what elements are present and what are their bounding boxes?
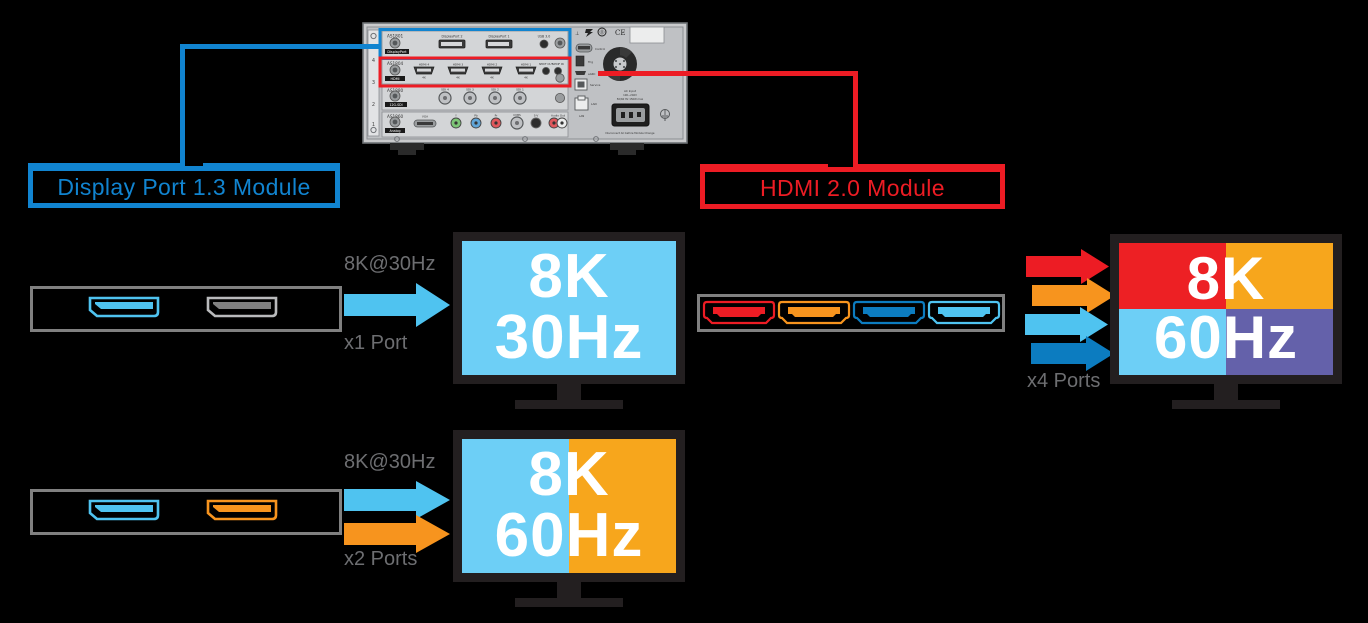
svg-text:CVBS: CVBS: [513, 113, 521, 117]
arrow-orange: [1032, 278, 1115, 313]
svg-text:Service: Service: [590, 83, 601, 87]
svg-text:AC Input: AC Input: [624, 89, 637, 93]
svg-text:SDI 1: SDI 1: [516, 88, 524, 92]
svg-text:VGA: VGA: [422, 115, 428, 119]
svg-text:Ⓞ: Ⓞ: [599, 29, 604, 36]
monitor-base: [515, 400, 623, 409]
row2-arrow-bottom-label: x2 Ports: [344, 548, 418, 570]
svg-text:Pb: Pb: [474, 114, 478, 118]
svg-text:⊥: ⊥: [575, 31, 579, 37]
svg-text:S-V: S-V: [534, 114, 539, 118]
row1-arrow-top-label: 8K@30Hz: [344, 253, 436, 275]
svg-text:DisplayPort 2: DisplayPort 2: [441, 35, 462, 39]
svg-text:HDMI: HDMI: [390, 77, 399, 81]
screen-pane-1: [1119, 243, 1226, 309]
svg-text:CE: CE: [615, 29, 625, 37]
dp-port-2-inactive: [206, 296, 278, 318]
row1-arrow-group: [344, 283, 454, 327]
svg-text:Audio Out: Audio Out: [551, 114, 566, 118]
svg-text:4: 4: [372, 58, 375, 64]
hdmi-wire-vertical: [853, 71, 858, 169]
screen-pane-1: [462, 241, 676, 375]
svg-text:Y: Y: [455, 114, 457, 118]
svg-text:LAN: LAN: [579, 114, 584, 118]
screen-pane-4: [1226, 309, 1333, 375]
svg-text:DisplayPort 1: DisplayPort 1: [488, 35, 509, 39]
displayport-panel-1[interactable]: [30, 286, 342, 332]
arrow-lightblue: [344, 283, 450, 327]
dp-port-3-active: [88, 499, 160, 521]
svg-text:LAN: LAN: [591, 102, 597, 106]
monitor-bezel: 8K 60Hz: [1110, 234, 1342, 384]
callout-hdmi-label: HDMI 2.0 Module: [760, 174, 945, 201]
arrow-darkblue: [1031, 336, 1114, 371]
svg-text:4K: 4K: [422, 76, 426, 80]
hdmi-port-3: [852, 300, 926, 325]
svg-text:Analog: Analog: [389, 129, 400, 133]
svg-text:eARC: eARC: [588, 72, 595, 76]
svg-text:2: 2: [372, 102, 375, 108]
dp-port-1-active: [88, 296, 160, 318]
hdmi-port-1: [702, 300, 776, 325]
screen-pane-2: [1226, 243, 1333, 309]
svg-text:SPDIF OUT: SPDIF OUT: [539, 62, 554, 66]
svg-text:50/60 Hz 150W max: 50/60 Hz 150W max: [617, 97, 644, 101]
screen-pane-3: [1119, 309, 1226, 375]
hdmi-port-2: [777, 300, 851, 325]
arrow-red: [1026, 249, 1109, 284]
monitor-8k-60hz-quad: 8K 60Hz: [1110, 234, 1342, 409]
displayport-panel-2[interactable]: [30, 489, 342, 535]
callout-hdmi-module[interactable]: HDMI 2.0 Module: [700, 167, 1005, 209]
svg-text:3: 3: [372, 80, 375, 86]
svg-text:HDMI 3: HDMI 3: [453, 63, 464, 67]
svg-text:12G-SDI: 12G-SDI: [389, 103, 402, 107]
svg-text:SDI 2: SDI 2: [491, 88, 499, 92]
svg-text:HDMI 1: HDMI 1: [521, 63, 532, 67]
callout-displayport-module[interactable]: Display Port 1.3 Module: [28, 166, 340, 208]
monitor-8k-60hz-dual: 8K 60Hz: [453, 430, 685, 607]
svg-text:Control: Control: [595, 47, 605, 51]
device-rear-panel: 4 3 2 1 AS1801 DisplayPort DisplayPort 2…: [362, 22, 688, 156]
svg-text:HDMI 2: HDMI 2: [487, 63, 498, 67]
hdmi-wire-horizontal-top: [598, 71, 858, 76]
svg-text:4K: 4K: [524, 76, 528, 80]
dp-wire-vertical: [180, 44, 185, 168]
row1-arrow-bottom-label: x1 Port: [344, 332, 408, 354]
hdmi-panel[interactable]: [697, 294, 1005, 332]
row2-arrow-top-label: 8K@30Hz: [344, 451, 436, 473]
svg-text:Disconnect AC before Module Ch: Disconnect AC before Module Change: [606, 131, 655, 135]
monitor-bezel: 8K 60Hz: [453, 430, 685, 582]
svg-text:4K: 4K: [456, 76, 460, 80]
arrow-lightblue: [344, 481, 450, 519]
dp-wire-horizontal-top: [180, 44, 380, 49]
hdmi-port-4: [927, 300, 1001, 325]
monitor-bezel: 8K 30Hz: [453, 232, 685, 384]
svg-text:4K: 4K: [490, 76, 494, 80]
dp-port-4-active: [206, 499, 278, 521]
diagram-canvas: 4 3 2 1 AS1801 DisplayPort DisplayPort 2…: [0, 0, 1368, 623]
svg-text:1: 1: [372, 122, 375, 128]
svg-text:100~240V: 100~240V: [623, 93, 637, 97]
svg-text:HDMI 4: HDMI 4: [419, 63, 430, 67]
monitor-screen: [462, 241, 676, 375]
row3-arrow-bottom-label: x4 Ports: [1027, 370, 1101, 392]
monitor-screen: [1119, 243, 1333, 375]
callout-displayport-label: Display Port 1.3 Module: [57, 173, 311, 200]
screen-pane-2: [569, 439, 676, 573]
row2-arrow-group: [344, 481, 456, 553]
monitor-screen: [462, 439, 676, 573]
svg-text:SDI 3: SDI 3: [466, 88, 474, 92]
svg-text:SPDIF IN: SPDIF IN: [552, 62, 563, 66]
monitor-base: [515, 598, 623, 607]
arrow-lightblue: [1025, 307, 1108, 342]
row3-arrow-group: [1025, 249, 1118, 371]
svg-text:Trig: Trig: [587, 60, 593, 64]
svg-text:USB 3.0: USB 3.0: [538, 35, 551, 39]
svg-text:SDI 4: SDI 4: [441, 88, 449, 92]
screen-pane-1: [462, 439, 569, 573]
monitor-base: [1172, 400, 1280, 409]
svg-text:DisplayPort: DisplayPort: [387, 50, 407, 54]
monitor-8k-30hz: 8K 30Hz: [453, 232, 685, 409]
